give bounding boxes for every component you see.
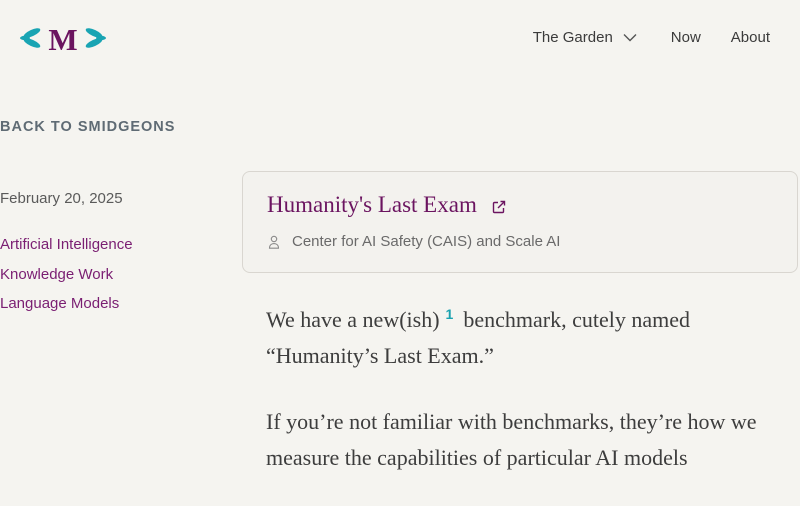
nav-item-label: The Garden xyxy=(532,29,613,46)
chevron-down-icon xyxy=(623,34,637,42)
nav-item-about[interactable]: About xyxy=(731,29,770,46)
tag-link[interactable]: Knowledge Work xyxy=(0,260,133,290)
leaf-logo-icon: M xyxy=(20,22,106,57)
tag-link[interactable]: Language Models xyxy=(0,289,133,319)
source-card: Humanity's Last Exam Center for AI Safet… xyxy=(242,171,798,273)
nav-item-the-garden[interactable]: The Garden xyxy=(533,29,637,46)
tag-link[interactable]: Artificial Intelligence xyxy=(0,230,133,260)
main-nav: The Garden Now About xyxy=(533,29,770,46)
post-date: February 20, 2025 xyxy=(0,190,123,207)
nav-item-label: About xyxy=(730,29,770,46)
nav-item-label: Now xyxy=(670,29,701,46)
external-link-icon[interactable] xyxy=(491,199,507,215)
logo-letter: M xyxy=(48,22,77,54)
back-to-smidgeons-link[interactable]: BACK TO SMIDGEONS xyxy=(0,119,175,135)
paragraph-text: We have a new(ish) xyxy=(266,307,440,332)
site-logo[interactable]: M xyxy=(20,22,106,57)
paragraph: We have a new(ish) 1 benchmark, cutely nam… xyxy=(266,296,776,374)
footnote-marker[interactable]: 1 xyxy=(446,306,454,322)
article-body: We have a new(ish) 1 benchmark, cutely nam… xyxy=(266,296,776,506)
tag-list: Artificial Intelligence Knowledge Work L… xyxy=(0,230,133,319)
nav-item-now[interactable]: Now xyxy=(671,29,701,46)
source-author: Center for AI Safety (CAIS) and Scale AI xyxy=(292,233,561,250)
paragraph: If you’re not familiar with benchmarks, … xyxy=(266,409,757,470)
person-icon xyxy=(268,235,280,249)
site-header: M The Garden Now About xyxy=(0,0,800,78)
source-title-link[interactable]: Humanity's Last Exam xyxy=(267,192,477,218)
